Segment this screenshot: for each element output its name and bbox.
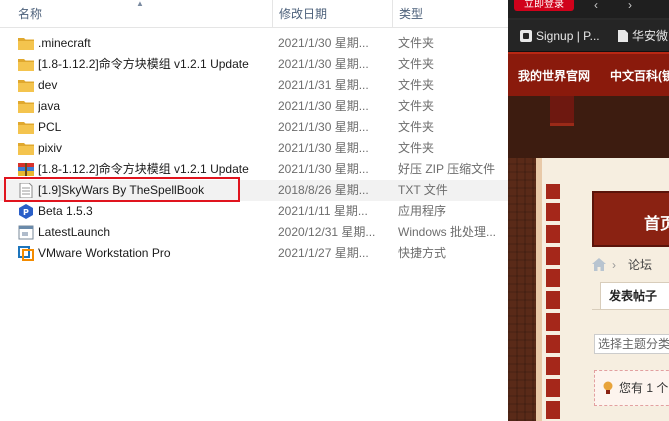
- file-row[interactable]: [1.8-1.12.2]命令方块模组 v1.2.1 Update 2021/1/3…: [0, 54, 508, 75]
- home-icon[interactable]: [592, 258, 606, 271]
- topic-category-select[interactable]: 选择主题分类: [594, 334, 669, 354]
- vmware-shortcut-icon: [18, 246, 34, 261]
- bookmark-favicon-icon: [520, 30, 532, 42]
- file-type: 快捷方式: [398, 246, 447, 260]
- file-name: Beta 1.5.3: [38, 204, 93, 218]
- file-modified-date: 2021/1/30 星期...: [278, 162, 369, 176]
- file-explorer: 名称 ▲ 修改日期 类型 .minecraft 2021/1/30 星期... 文件…: [0, 0, 508, 421]
- decorative-block: [550, 96, 574, 126]
- file-type: 文件夹: [398, 36, 435, 50]
- tab-divider: [592, 309, 669, 310]
- app-exe-icon: P: [18, 204, 34, 219]
- column-header-date[interactable]: 修改日期: [272, 0, 392, 28]
- file-modified-date: 2021/1/30 星期...: [278, 36, 369, 50]
- file-modified-date: 2021/1/27 星期...: [278, 246, 369, 260]
- file-row[interactable]: VMware Workstation Pro 2021/1/27 星期... 快捷方…: [0, 243, 508, 264]
- bookmark-label: 华安微: [632, 29, 669, 43]
- breadcrumb-forum[interactable]: 论坛: [628, 254, 652, 276]
- login-button[interactable]: 立即登录: [514, 0, 574, 11]
- file-name: dev: [38, 78, 58, 92]
- file-row[interactable]: PCL 2021/1/30 星期... 文件夹: [0, 117, 508, 138]
- file-type: Windows 批处理...: [398, 225, 497, 239]
- bookmark-bar: Signup | P... 华安微: [508, 20, 669, 52]
- column-header-type[interactable]: 类型: [392, 0, 508, 28]
- decorative-header-band: [508, 96, 669, 158]
- file-modified-date: 2021/1/30 星期...: [278, 99, 369, 113]
- file-row[interactable]: .minecraft 2021/1/30 星期... 文件夹: [0, 33, 508, 54]
- browser-top-bar: 立即登录 ‹ ›: [508, 0, 669, 18]
- file-modified-date: 2021/1/30 星期...: [278, 57, 369, 71]
- home-banner-title: 首页: [644, 216, 669, 233]
- folder-icon: [18, 141, 34, 156]
- file-name: .minecraft: [38, 36, 91, 50]
- zip-archive-icon: [18, 162, 34, 177]
- document-icon: [618, 30, 628, 42]
- file-row[interactable]: java 2021/1/30 星期... 文件夹: [0, 96, 508, 117]
- breadcrumb-separator: ›: [612, 258, 616, 272]
- breadcrumb: › 论坛: [592, 254, 669, 276]
- file-row[interactable]: LatestLaunch 2020/12/31 星期... Windows 批处理.…: [0, 222, 508, 243]
- folder-icon: [18, 99, 34, 114]
- page-content: 首页 › 论坛 发表帖子 选择主题分类 您有 1 个: [508, 96, 669, 421]
- file-type: 文件夹: [398, 99, 435, 113]
- file-modified-date: 2021/1/30 星期...: [278, 141, 369, 155]
- file-modified-date: 2020/12/31 星期...: [278, 225, 376, 239]
- file-name: java: [38, 99, 61, 113]
- notice-banner: 您有 1 个: [594, 370, 669, 406]
- file-modified-date: 2018/8/26 星期...: [278, 183, 369, 197]
- decorative-border: [546, 184, 560, 419]
- folder-icon: [18, 36, 34, 51]
- svg-text:P: P: [23, 208, 29, 217]
- file-row[interactable]: pixiv 2021/1/30 星期... 文件夹: [0, 138, 508, 159]
- file-list: .minecraft 2021/1/30 星期... 文件夹 [1.8-1.12.2]…: [0, 33, 508, 264]
- nav-minecraft-official[interactable]: 我的世界官网: [518, 67, 590, 84]
- bookmark-signup[interactable]: Signup | P...: [520, 28, 600, 44]
- file-row[interactable]: dev 2021/1/31 星期... 文件夹: [0, 75, 508, 96]
- file-name: VMware Workstation Pro: [38, 246, 171, 260]
- folder-icon: [18, 120, 34, 135]
- sort-ascending-icon: ▲: [136, 0, 144, 8]
- file-type: 文件夹: [398, 57, 435, 71]
- home-banner[interactable]: 首页: [592, 191, 669, 247]
- back-icon[interactable]: ‹: [594, 0, 598, 11]
- file-type: 应用程序: [398, 204, 447, 218]
- bookmark-huaan[interactable]: 华安微: [618, 28, 668, 44]
- file-modified-date: 2021/1/11 星期...: [278, 204, 368, 218]
- file-row[interactable]: P Beta 1.5.3 2021/1/11 星期... 应用程序: [0, 201, 508, 222]
- file-type: 文件夹: [398, 78, 435, 92]
- column-header-name[interactable]: 名称: [18, 0, 272, 28]
- file-name: pixiv: [38, 141, 63, 155]
- file-modified-date: 2021/1/30 星期...: [278, 120, 369, 134]
- browser-window: 立即登录 ‹ › Signup | P... 华安微 我的世界官网 中文百科(镜…: [508, 0, 669, 421]
- highlight-annotation-box: [4, 177, 240, 202]
- bookmark-label: Signup | P...: [536, 29, 600, 43]
- forward-icon[interactable]: ›: [628, 0, 632, 11]
- file-modified-date: 2021/1/31 星期...: [278, 78, 369, 92]
- tab-post-thread[interactable]: 发表帖子: [600, 282, 669, 310]
- notice-text: 您有 1 个: [619, 381, 669, 395]
- file-type: 好压 ZIP 压缩文件: [398, 162, 496, 176]
- folder-icon: [18, 78, 34, 93]
- file-name: PCL: [38, 120, 62, 134]
- folder-icon: [18, 57, 34, 72]
- file-type: TXT 文件: [398, 183, 448, 197]
- file-name: LatestLaunch: [38, 225, 111, 239]
- file-type: 文件夹: [398, 120, 435, 134]
- batch-file-icon: [18, 225, 34, 240]
- site-nav-bar: 我的世界官网 中文百科(镜: [508, 52, 669, 96]
- nav-chinese-wiki[interactable]: 中文百科(镜: [610, 67, 669, 84]
- file-type: 文件夹: [398, 141, 435, 155]
- column-header-bar: 名称 ▲ 修改日期 类型: [0, 0, 508, 28]
- file-name: [1.8-1.12.2]命令方块模组 v1.2.1 Update: [38, 57, 249, 71]
- lightbulb-icon: [603, 381, 613, 394]
